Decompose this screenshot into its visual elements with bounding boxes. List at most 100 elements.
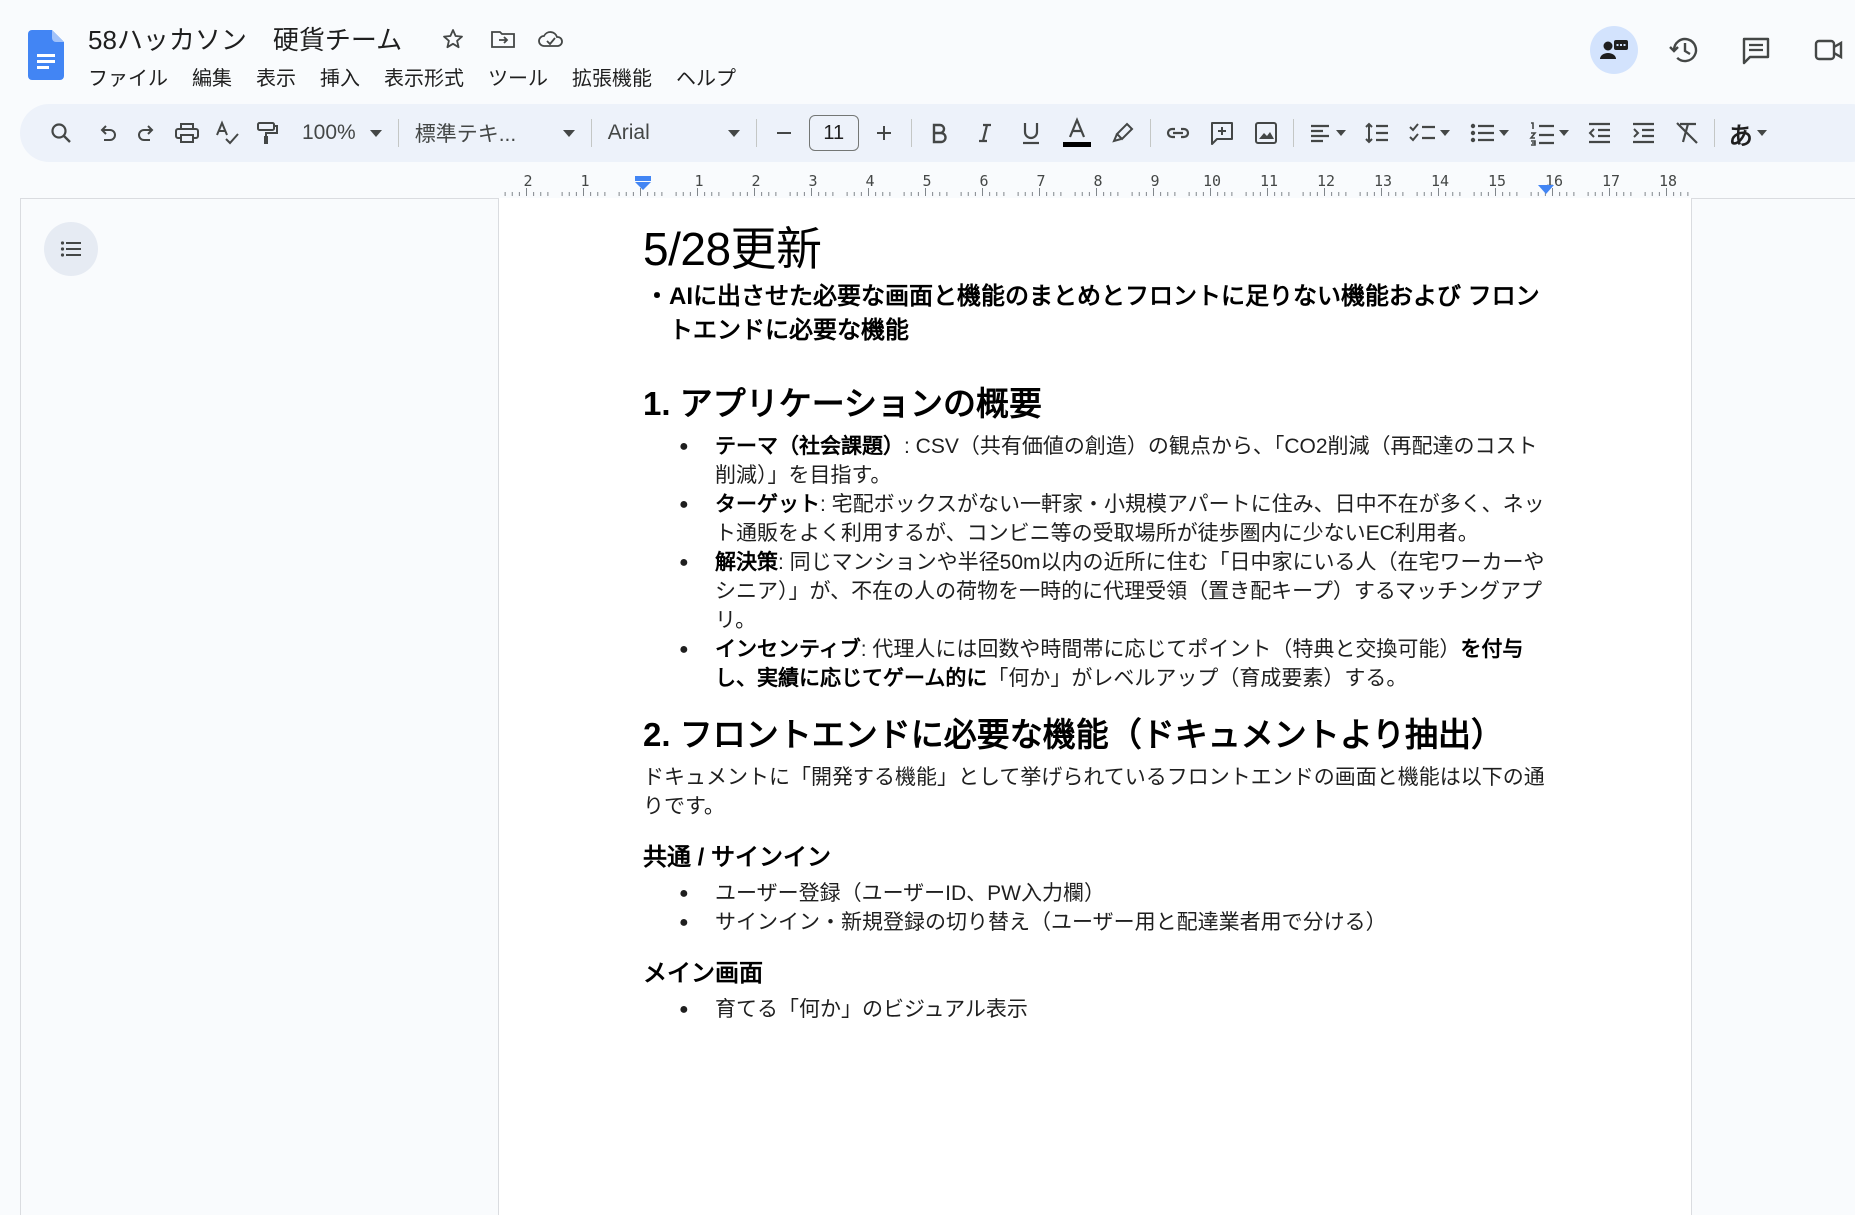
checklist-icon <box>1409 123 1435 142</box>
highlighter-icon <box>1111 122 1134 143</box>
line-spacing-button[interactable] <box>1358 113 1396 153</box>
move-to-folder-icon[interactable] <box>488 24 518 54</box>
version-history-button[interactable] <box>1660 26 1708 74</box>
chevron-down-icon <box>369 129 382 137</box>
overview-list: テーマ（社会課題）: CSV（共有価値の創造）の観点から、「CO2削減（再配達の… <box>643 432 1553 693</box>
horizontal-ruler[interactable]: 2 1 1 2 3 4 5 6 7 8 9 10 11 12 13 14 15 16 17 18 <box>498 170 1692 196</box>
list-item: 育てる「何か」のビジュアル表示 <box>643 995 1553 1024</box>
decrease-indent-button[interactable] <box>1580 113 1618 153</box>
font-size-input[interactable]: 11 <box>808 115 859 151</box>
summary-note: ・ AIに出させた必要な画面と機能のまとめとフロントに足りない機能および フロン… <box>643 280 1553 348</box>
ruler-label: 3 <box>808 172 818 190</box>
chevron-down-icon <box>1439 130 1450 136</box>
increase-font-size-button[interactable] <box>865 113 903 153</box>
image-icon <box>1254 122 1277 144</box>
print-button[interactable] <box>168 113 206 153</box>
ruler-label: 9 <box>1150 172 1160 190</box>
font-family-value: Arial <box>607 121 650 144</box>
signin-list: ユーザー登録（ユーザーID、PW入力欄） サインイン・新規登録の切り替え（ユーザ… <box>643 879 1553 937</box>
section-intro: ドキュメントに「開発する機能」として挙げられているフロントエンドの画面と機能は以… <box>643 766 1545 818</box>
list-item: 解決策: 同じマンションや半径50m以内の近所に住む「日中家にいる人（在宅ワーカ… <box>643 548 1553 635</box>
ruler-label: 8 <box>1093 172 1103 190</box>
bold-icon <box>932 123 947 144</box>
comment-icon <box>1742 37 1770 65</box>
line-spacing-icon <box>1365 122 1388 144</box>
cloud-saved-icon[interactable] <box>536 24 566 54</box>
toolbar-divider <box>1292 119 1294 147</box>
item-label: インセンティブ <box>715 638 861 661</box>
italic-icon <box>978 123 991 143</box>
add-comment-icon <box>1210 122 1233 145</box>
clear-formatting-icon <box>1675 122 1698 144</box>
formatting-toolbar: 100% 標準テキ... Arial 11 あ <box>20 104 1855 162</box>
menu-tools[interactable]: ツール <box>476 60 560 93</box>
increase-indent-button[interactable] <box>1624 113 1662 153</box>
spellcheck-button[interactable] <box>208 113 246 153</box>
decrease-font-size-button[interactable] <box>765 113 803 153</box>
redo-button[interactable] <box>128 113 166 153</box>
summary-note-text: AIに出させた必要な画面と機能のまとめとフロントに足りない機能および フロントエ… <box>669 283 1540 344</box>
paint-format-button[interactable] <box>248 113 286 153</box>
ruler-label: 2 <box>751 172 761 190</box>
toolbar-divider <box>1149 119 1151 147</box>
search-menus-button[interactable] <box>42 113 80 153</box>
paragraph-style-select[interactable]: 標準テキ... <box>407 113 583 153</box>
checklist-button[interactable] <box>1402 113 1456 153</box>
numbered-list-button[interactable] <box>1522 113 1576 153</box>
toolbar-divider <box>910 119 912 147</box>
toolbar-divider <box>397 119 399 147</box>
menu-insert[interactable]: 挿入 <box>308 60 372 93</box>
bold-button[interactable] <box>920 113 958 153</box>
chevron-down-icon <box>1558 130 1569 136</box>
numbered-list-icon <box>1529 122 1554 146</box>
star-icon[interactable] <box>438 24 468 54</box>
chevron-down-icon <box>562 129 575 137</box>
menu-edit[interactable]: 編集 <box>180 60 244 93</box>
left-indent-marker-icon[interactable] <box>633 176 653 192</box>
ruler-label: 2 <box>523 172 533 190</box>
comments-button[interactable] <box>1732 26 1780 74</box>
menu-view[interactable]: 表示 <box>244 60 308 93</box>
insert-link-button[interactable] <box>1159 113 1197 153</box>
ruler-label: 5 <box>922 172 932 190</box>
bulleted-list-button[interactable] <box>1462 113 1516 153</box>
document-outline-button[interactable] <box>44 222 98 276</box>
text-color-button[interactable] <box>1058 113 1096 153</box>
subheading-main-screen: メイン画面 <box>643 960 763 987</box>
section-heading-overview: 1. アプリケーションの概要 <box>643 385 1043 422</box>
menu-format[interactable]: 表示形式 <box>372 60 476 93</box>
list-item: サインイン・新規登録の切り替え（ユーザー用と配達業者用で分ける） <box>643 908 1553 937</box>
zoom-select[interactable]: 100% <box>294 113 390 153</box>
add-comment-button[interactable] <box>1203 113 1241 153</box>
document-title[interactable]: 58ハッカソン 硬貨チーム <box>88 20 402 57</box>
document-body[interactable]: 5/28更新 ・ AIに出させた必要な画面と機能のまとめとフロントに足りない機能… <box>643 218 1553 1024</box>
main-screen-list: 育てる「何か」のビジュアル表示 <box>643 995 1553 1024</box>
undo-button[interactable] <box>88 113 126 153</box>
ruler-label: 18 <box>1658 172 1678 190</box>
insert-image-button[interactable] <box>1247 113 1285 153</box>
search-icon <box>51 123 71 143</box>
right-indent-marker-icon[interactable] <box>1537 184 1555 196</box>
google-docs-logo-icon[interactable] <box>28 30 64 80</box>
chevron-down-icon <box>727 129 740 137</box>
document-page[interactable]: 5/28更新 ・ AIに出させた必要な画面と機能のまとめとフロントに足りない機能… <box>498 198 1692 1215</box>
highlight-color-button[interactable] <box>1104 113 1142 153</box>
ruler-label: 15 <box>1487 172 1507 190</box>
underline-icon <box>1022 123 1039 145</box>
menu-extensions[interactable]: 拡張機能 <box>560 60 664 93</box>
align-button[interactable] <box>1302 113 1352 153</box>
ruler-label: 1 <box>694 172 704 190</box>
meet-button[interactable] <box>1804 26 1852 74</box>
menu-help[interactable]: ヘルプ <box>664 60 748 93</box>
bullet-dot: ・ <box>645 283 669 310</box>
item-text: : 代理人には回数や時間帯に応じてポイント（特典と交換可能） <box>860 638 1461 661</box>
gemini-chat-button[interactable] <box>1590 26 1638 74</box>
input-tools-button[interactable]: あ <box>1723 113 1773 153</box>
underline-button[interactable] <box>1012 113 1050 153</box>
italic-button[interactable] <box>966 113 1004 153</box>
font-family-select[interactable]: Arial <box>600 113 748 153</box>
clear-formatting-button[interactable] <box>1668 113 1706 153</box>
bulleted-list-icon <box>1470 123 1494 143</box>
menu-file[interactable]: ファイル <box>76 60 180 93</box>
item-text: : 同じマンションや半径50m以内の近所に住む「日中家にいる人（在宅ワーカーやシ… <box>715 551 1545 632</box>
